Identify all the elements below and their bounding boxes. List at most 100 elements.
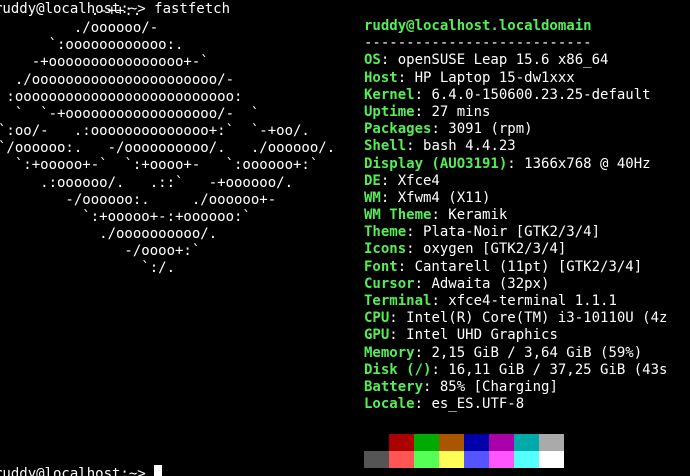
info-row: Memory: 2,15 GiB / 3,64 GiB (59%) (364, 345, 667, 362)
info-key: Shell (364, 138, 407, 155)
command-prompt-active[interactable]: ruddy@localhost:~> (0, 465, 163, 476)
info-value: 2,15 GiB / 3,64 GiB (59%) (431, 344, 643, 361)
info-colon: : (423, 378, 440, 395)
info-colon: : (431, 121, 449, 138)
info-row: Kernel: 6.4.0-150600.23.25-default (364, 87, 667, 104)
info-row: Packages: 3091 (rpm) (364, 121, 667, 138)
info-row: Disk (/): 16,11 GiB / 37,25 GiB (43s (364, 362, 667, 379)
info-key: Theme (364, 224, 407, 241)
info-key: Battery (364, 378, 424, 395)
color-swatch-normal-5 (489, 434, 514, 451)
info-value: 3091 (rpm) (448, 121, 533, 138)
info-colon: : (431, 293, 449, 309)
info-key: Icons (364, 241, 407, 258)
info-colon: : (389, 310, 407, 327)
info-row: DE: Xfce4 (364, 173, 667, 190)
info-key: WM Theme (364, 207, 432, 224)
info-row: Theme: Plata-Noir [GTK2/3/4] (364, 224, 667, 241)
color-swatch-bright-1 (389, 451, 414, 468)
info-key: Uptime (364, 103, 415, 120)
info-colon: : (431, 361, 449, 378)
info-colon: : (414, 86, 432, 103)
info-value: 16,11 GiB / 37,25 GiB (43s (448, 361, 668, 378)
info-colon: : (380, 172, 398, 189)
color-swatch-normal-4 (464, 434, 489, 451)
info-row: Font: Cantarell (11pt) [GTK2/3/4] (364, 259, 667, 276)
info-key: Locale (364, 396, 415, 413)
info-key: Font (364, 258, 398, 275)
info-value: Xfce4 (397, 172, 440, 189)
info-colon: : (397, 69, 415, 86)
info-value: Intel(R) Core(TM) i3-10110U (4z (406, 310, 668, 327)
info-colon: : (380, 189, 398, 206)
info-colon: : (414, 344, 432, 361)
info-key: DE (364, 172, 381, 189)
info-row: OS: openSUSE Leap 15.6 x86_64 (364, 52, 667, 69)
info-value: HP Laptop 15-dw1xxx (414, 69, 575, 86)
color-swatch-normal-2 (414, 434, 439, 451)
info-key: Disk (/) (364, 361, 432, 378)
info-row: Terminal: xfce4-terminal 1.1.1 (364, 293, 667, 310)
info-key: Host (364, 69, 398, 86)
info-key: Cursor (364, 275, 415, 292)
info-value: bash 4.4.23 (423, 138, 516, 155)
info-colon: : (389, 327, 407, 344)
user-host-title: ruddy@localhost.localdomain (364, 18, 592, 34)
info-row: Icons: oxygen [GTK2/3/4] (364, 241, 667, 258)
info-colon: : (406, 224, 424, 241)
color-swatch-bright-7 (539, 451, 564, 468)
info-value: Plata-Noir [GTK2/3/4] (423, 224, 601, 241)
info-row: Uptime: 27 mins (364, 104, 667, 121)
info-colon: : (414, 275, 432, 292)
info-key: Terminal (364, 293, 432, 309)
info-value: xfce4-terminal 1.1.1 (448, 293, 617, 309)
info-rows: OS: openSUSE Leap 15.6 x86_64 Host: HP La… (364, 52, 667, 413)
color-swatch-bright-0 (364, 451, 389, 468)
info-row: GPU: Intel UHD Graphics (364, 327, 667, 344)
info-colon: : (414, 103, 432, 120)
color-swatch-normal-3 (439, 434, 464, 451)
info-value: oxygen [GTK2/3/4] (423, 241, 567, 258)
info-value: Intel UHD Graphics (406, 327, 558, 344)
info-row: CPU: Intel(R) Core(TM) i3-10110U (4z (364, 310, 667, 327)
info-colon: : (431, 207, 449, 224)
info-key: OS (364, 52, 381, 69)
info-key: Kernel (364, 86, 415, 103)
terminal-window[interactable]: ruddy@localhost:~> fastfetch .-++:. ./oo… (0, 0, 690, 476)
info-value: es_ES.UTF-8 (431, 396, 525, 413)
info-colon: : (406, 138, 424, 155)
color-swatch-bright-5 (489, 451, 514, 468)
color-swatch-normal-0 (364, 434, 389, 451)
prompt-text: ruddy@localhost:~> (0, 466, 155, 476)
info-key: Memory (364, 344, 415, 361)
info-colon: : (380, 52, 398, 69)
color-swatch-bright-4 (464, 451, 489, 468)
info-row: Shell: bash 4.4.23 (364, 138, 667, 155)
info-row: Battery: 85% [Charging] (364, 379, 667, 396)
color-palette (364, 434, 564, 468)
info-value: Adwaita (32px) (431, 275, 550, 292)
color-swatch-normal-7 (539, 434, 564, 451)
color-swatch-normal-6 (514, 434, 539, 451)
info-value: 27 mins (431, 103, 491, 120)
opensuse-ascii-logo: .-++:. ./oooooo/- `:oooooooooooo:. -+ooo… (0, 3, 336, 277)
info-value: openSUSE Leap 15.6 x86_64 (397, 52, 609, 69)
color-swatch-bright-3 (439, 451, 464, 468)
info-key: Packages (364, 121, 432, 138)
info-colon: : (397, 258, 415, 275)
info-row: Display (AUO3191): 1366x768 @ 40Hz (364, 156, 667, 173)
title-separator: --------------------------- (364, 35, 592, 52)
color-swatch-normal-1 (389, 434, 414, 451)
info-value: 6.4.0-150600.23.25-default (431, 86, 651, 103)
system-info-panel: ruddy@localhost.localdomain ------------… (364, 18, 667, 413)
info-value: Xfwm4 (X11) (397, 189, 491, 206)
info-key: Display (AUO3191) (364, 155, 508, 172)
info-colon: : (414, 396, 432, 413)
info-row: WM Theme: Keramik (364, 207, 667, 224)
info-value: Keramik (448, 207, 508, 224)
info-key: GPU (364, 327, 390, 344)
text-cursor (154, 465, 163, 476)
info-colon: : (507, 155, 525, 172)
info-row: Locale: es_ES.UTF-8 (364, 396, 667, 413)
info-key: WM (364, 189, 381, 206)
